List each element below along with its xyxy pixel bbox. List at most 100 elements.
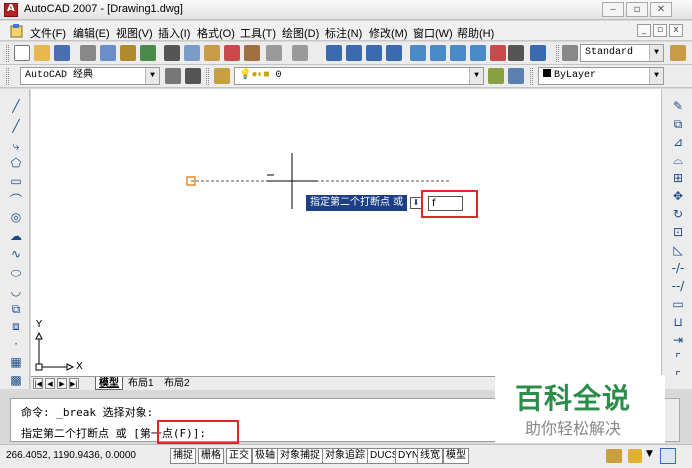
open-icon[interactable] — [34, 45, 50, 61]
make-layer-current-icon[interactable] — [488, 68, 504, 84]
menu-view[interactable]: 视图(V) — [116, 25, 153, 41]
copy-icon[interactable] — [184, 45, 200, 61]
plot-preview-icon[interactable] — [100, 45, 116, 61]
menu-modify[interactable]: 修改(M) — [369, 25, 408, 41]
lineweight-toggle[interactable]: 线宽 — [417, 448, 443, 464]
drawing-canvas[interactable]: Y X — [31, 89, 661, 376]
publish-icon[interactable] — [120, 45, 136, 61]
point-icon[interactable]: · — [9, 337, 23, 351]
paste-icon[interactable] — [204, 45, 220, 61]
offset-icon[interactable]: ⌓ — [671, 153, 685, 167]
layer-previous-icon[interactable] — [508, 68, 524, 84]
doc-restore-button[interactable]: ▫ — [653, 24, 667, 37]
snap-toggle[interactable]: 捕捉 — [170, 448, 196, 464]
clean-screen-icon[interactable] — [660, 448, 676, 464]
design-center-icon[interactable] — [430, 45, 446, 61]
menu-help[interactable]: 帮助(H) — [457, 25, 494, 41]
save-icon[interactable] — [54, 45, 70, 61]
rotate-icon[interactable]: ↻ — [671, 207, 685, 221]
tab-model[interactable]: 模型 — [95, 377, 123, 390]
menu-window[interactable]: 窗口(W) — [413, 25, 453, 41]
menu-insert[interactable]: 插入(I) — [158, 25, 190, 41]
polygon-icon[interactable]: ⬠ — [9, 156, 23, 170]
join-icon[interactable]: ⇥ — [671, 333, 685, 347]
match-properties-icon[interactable] — [224, 45, 240, 61]
sheet-set-icon[interactable] — [470, 45, 486, 61]
trim-icon[interactable]: -/- — [671, 261, 685, 275]
color-select[interactable]: ByLayer ▼ — [538, 67, 664, 85]
chevron-down-icon[interactable]: ▼ — [646, 449, 653, 459]
pan-icon[interactable] — [326, 45, 342, 61]
menu-draw[interactable]: 绘图(D) — [282, 25, 319, 41]
first-tab-button[interactable]: |◀ — [33, 378, 43, 389]
last-tab-button[interactable]: ▶| — [69, 378, 79, 389]
line-icon[interactable]: ╱ — [9, 99, 23, 113]
ortho-toggle[interactable]: 正交 — [226, 448, 252, 464]
new-icon[interactable] — [14, 45, 30, 61]
dim-style-icon[interactable] — [670, 45, 686, 61]
menu-tools[interactable]: 工具(T) — [240, 25, 276, 41]
ellipse-icon[interactable]: ⬭ — [9, 266, 23, 280]
model-toggle[interactable]: 模型 — [443, 448, 469, 464]
undo-icon[interactable] — [266, 45, 282, 61]
markup-icon[interactable] — [490, 45, 506, 61]
menu-dimension[interactable]: 标注(N) — [325, 25, 362, 41]
layer-select[interactable]: 💡●◐■ 0 ▼ — [234, 67, 484, 85]
rectangle-icon[interactable]: ▭ — [9, 174, 23, 188]
otrack-toggle[interactable]: 对象追踪 — [322, 448, 368, 464]
print-icon[interactable] — [80, 45, 96, 61]
toolbar-grip[interactable] — [6, 68, 9, 85]
ellipse-arc-icon[interactable]: ◡ — [9, 284, 23, 298]
insert-block-icon[interactable]: ⧉ — [9, 302, 23, 316]
toolbar-grip[interactable] — [530, 68, 533, 85]
next-tab-button[interactable]: ▶ — [57, 378, 67, 389]
workspace-select[interactable]: AutoCAD 经典 ▼ — [20, 67, 160, 85]
zoom-realtime-icon[interactable] — [346, 45, 362, 61]
tab-layout2[interactable]: 布局2 — [161, 377, 193, 390]
break-at-point-icon[interactable]: ▭ — [671, 297, 685, 311]
array-icon[interactable]: ⊞ — [671, 171, 685, 185]
doc-close-button[interactable]: x — [669, 24, 683, 37]
polyline-icon[interactable]: ⤷ — [9, 139, 23, 153]
text-style-select[interactable]: Standard ▼ — [580, 44, 664, 62]
stretch-icon[interactable]: ◺ — [671, 243, 685, 257]
lock-icon[interactable] — [628, 449, 642, 463]
revision-cloud-icon[interactable]: ☁ — [9, 229, 23, 243]
scale-icon[interactable]: ⊡ — [671, 225, 685, 239]
redo-icon[interactable] — [292, 45, 308, 61]
move-icon[interactable]: ✥ — [671, 189, 685, 203]
tool-palettes-icon[interactable] — [450, 45, 466, 61]
gradient-icon[interactable]: ▩ — [9, 373, 23, 387]
layer-properties-icon[interactable] — [214, 68, 230, 84]
save-workspace-icon[interactable] — [185, 68, 201, 84]
make-block-icon[interactable]: ⧈ — [9, 319, 23, 333]
break-icon[interactable]: ⊔ — [671, 315, 685, 329]
zoom-previous-icon[interactable] — [386, 45, 402, 61]
polar-toggle[interactable]: 极轴 — [252, 448, 278, 464]
workspace-settings-icon[interactable] — [165, 68, 181, 84]
3d-dwf-icon[interactable] — [140, 45, 156, 61]
circle-icon[interactable]: ◎ — [9, 210, 23, 224]
erase-icon[interactable]: ✎ — [671, 99, 685, 113]
chamfer-icon[interactable]: ⌜ — [671, 351, 685, 365]
mirror-icon[interactable]: ⊿ — [671, 135, 685, 149]
arc-icon[interactable]: ⌒ — [9, 193, 23, 207]
spline-icon[interactable]: ∿ — [9, 247, 23, 261]
extend-icon[interactable]: --/ — [671, 279, 685, 293]
close-button[interactable]: ✕ — [650, 2, 672, 17]
communication-center-icon[interactable] — [606, 449, 622, 463]
fillet-icon[interactable]: ⌜ — [671, 369, 685, 383]
help-icon[interactable] — [530, 45, 546, 61]
maximize-button[interactable]: ▫ — [626, 2, 648, 17]
zoom-window-icon[interactable] — [366, 45, 382, 61]
toolbar-grip[interactable] — [206, 68, 209, 85]
menu-edit[interactable]: 编辑(E) — [73, 25, 110, 41]
osnap-toggle[interactable]: 对象捕捉 — [277, 448, 323, 464]
toolbar-grip[interactable] — [556, 45, 559, 62]
properties-icon[interactable] — [410, 45, 426, 61]
hatch-icon[interactable]: ▦ — [9, 355, 23, 369]
grid-toggle[interactable]: 栅格 — [198, 448, 224, 464]
coordinate-readout[interactable]: 266.4052, 1190.9436, 0.0000 — [6, 450, 136, 461]
menu-format[interactable]: 格式(O) — [197, 25, 235, 41]
cut-icon[interactable] — [164, 45, 180, 61]
